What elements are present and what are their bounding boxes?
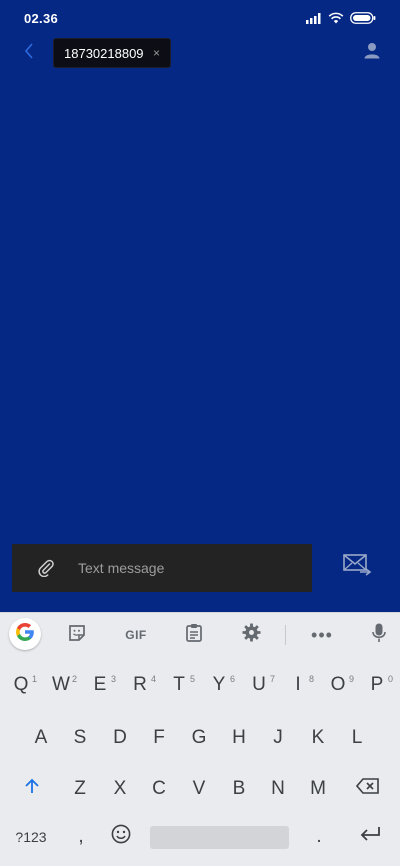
key-label: R (133, 674, 147, 695)
google-g-icon (15, 622, 35, 647)
gif-button[interactable]: GIF (118, 622, 154, 648)
key-label: W (52, 674, 70, 695)
key-p[interactable]: P0 (358, 670, 396, 700)
key-hint: 9 (348, 674, 354, 684)
key-label: P (370, 674, 384, 695)
message-input[interactable] (78, 544, 312, 592)
key-hint: 4 (150, 674, 156, 684)
google-button[interactable] (9, 618, 41, 650)
gif-label: GIF (125, 628, 147, 642)
status-time: 02.36 (24, 10, 59, 26)
emoji-icon (111, 824, 131, 850)
chevron-left-icon (24, 42, 34, 64)
person-icon (364, 42, 380, 64)
key-i[interactable]: I8 (279, 670, 317, 700)
key-hint: 8 (308, 674, 314, 684)
key-w[interactable]: W2 (42, 670, 80, 700)
clipboard-icon (186, 623, 202, 647)
settings-button[interactable] (237, 622, 265, 648)
key-u[interactable]: U7 (240, 670, 278, 700)
key-label: E (93, 674, 107, 695)
emoji-key[interactable] (104, 822, 138, 852)
key-hint: 7 (269, 674, 275, 684)
status-icons (306, 12, 376, 24)
key-q[interactable]: Q1 (2, 670, 40, 700)
send-button[interactable] (340, 552, 376, 582)
signal-icon (306, 12, 322, 24)
keyboard: G I F ••• Q 1 W 2 E 3 R 4 T 5 Y 6 U 7 I 8 … (0, 612, 400, 866)
key-label: I (295, 674, 301, 695)
key-c[interactable]: C (140, 774, 178, 804)
key-m[interactable]: M (299, 774, 337, 804)
space-key[interactable] (150, 826, 289, 849)
sticker-icon (68, 624, 86, 647)
clipboard-button[interactable] (180, 622, 208, 648)
key-t[interactable]: T5 (160, 670, 198, 700)
key-y[interactable]: Y6 (200, 670, 238, 700)
key-a[interactable]: A (22, 723, 60, 753)
key-hint: 3 (110, 674, 116, 684)
key-f[interactable]: F (140, 723, 178, 753)
key-hint: 1 (31, 674, 37, 684)
enter-arrow-icon (359, 826, 381, 848)
key-d[interactable]: D (101, 723, 139, 753)
recipient-chip[interactable]: 18730218809 × (53, 38, 171, 68)
wifi-icon (328, 12, 344, 24)
key-o[interactable]: O9 (319, 670, 357, 700)
key-k[interactable]: K (299, 723, 337, 753)
key-x[interactable]: X (101, 774, 139, 804)
key-r[interactable]: R4 (121, 670, 159, 700)
shift-key[interactable] (12, 774, 52, 804)
key-e[interactable]: E3 (81, 670, 119, 700)
key-label: T (173, 674, 185, 695)
send-sms-icon (343, 553, 373, 582)
chip-close-icon[interactable]: × (153, 46, 160, 60)
key-z[interactable]: Z (61, 774, 99, 804)
gear-icon (241, 623, 261, 647)
key-label: Y (212, 674, 226, 695)
key-v[interactable]: V (180, 774, 218, 804)
key-hint: 6 (229, 674, 235, 684)
recipient-number: 18730218809 (64, 45, 144, 61)
key-b[interactable]: B (220, 774, 258, 804)
more-button[interactable]: ••• (308, 622, 336, 648)
shift-arrow-icon (24, 778, 40, 800)
key-s[interactable]: S (61, 723, 99, 753)
key-hint: 2 (71, 674, 77, 684)
key-hint: 0 (387, 674, 393, 684)
backspace-icon (355, 778, 380, 800)
paperclip-icon[interactable] (38, 559, 60, 577)
key-hint: 5 (189, 674, 195, 684)
toolbar-divider (285, 625, 286, 645)
key-h[interactable]: H (220, 723, 258, 753)
key-label: U (252, 674, 266, 695)
backspace-key[interactable] (348, 774, 388, 804)
keyboard-toolbar: GIF ••• (0, 613, 400, 657)
back-button[interactable] (18, 40, 40, 66)
key-l[interactable]: L (338, 723, 376, 753)
status-bar: 02.36 (0, 0, 400, 36)
contact-button[interactable] (362, 42, 382, 64)
period-key[interactable]: . (304, 822, 334, 852)
sticker-button[interactable] (63, 622, 91, 648)
key-label: O (330, 674, 346, 695)
comma-key[interactable]: , (66, 822, 96, 852)
enter-key[interactable] (350, 822, 390, 852)
battery-icon (350, 12, 376, 24)
more-dots-icon: ••• (311, 625, 333, 645)
microphone-icon (372, 623, 386, 648)
compose-field (12, 544, 312, 592)
top-bar: 18730218809 × (0, 36, 400, 70)
voice-input-button[interactable] (365, 622, 393, 648)
symbols-key[interactable]: ?123 (8, 822, 54, 852)
key-j[interactable]: J (259, 723, 297, 753)
key-label: Q (13, 674, 29, 695)
key-g[interactable]: G (180, 723, 218, 753)
key-n[interactable]: N (259, 774, 297, 804)
